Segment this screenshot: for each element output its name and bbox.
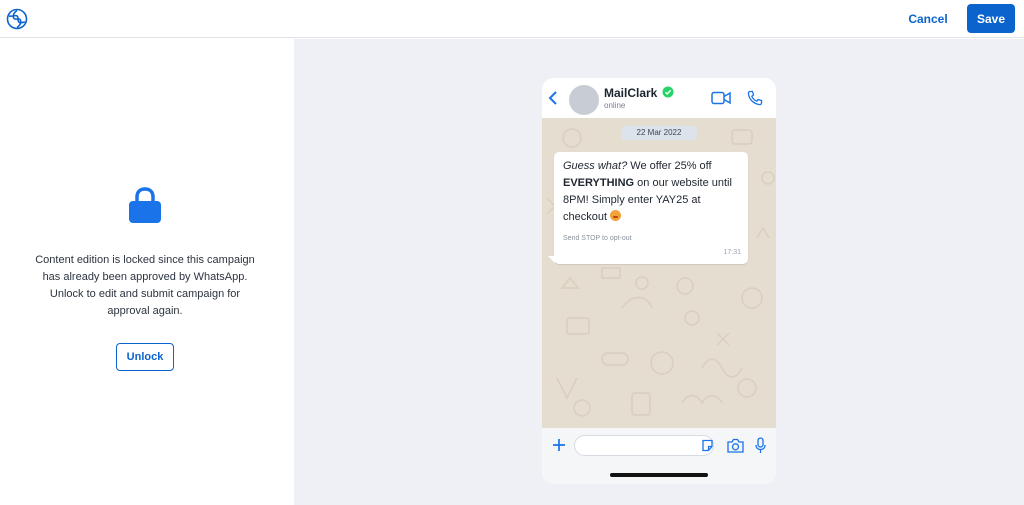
whatsapp-phone-preview: MailClark online 22 Mar 2022 Guess what?… [542,78,776,484]
back-arrow-icon[interactable] [546,90,560,106]
contact-name: MailClark [604,86,658,100]
video-call-icon[interactable] [711,91,731,105]
opt-out-footer: Send STOP to opt-out [563,235,632,242]
contact-status: online [604,101,626,110]
chat-header: MailClark online [542,78,776,118]
microphone-icon[interactable] [755,437,766,454]
message-italic: Guess what? [563,160,628,172]
cancel-button[interactable]: Cancel [898,8,958,30]
save-button[interactable]: Save [967,4,1015,33]
lock-icon [129,187,161,223]
verified-check-icon [662,86,674,98]
chat-area: 22 Mar 2022 Guess what? We offer 25% off… [542,118,776,428]
message-bubble: Guess what? We offer 25% off EVERYTHING … [554,152,748,264]
chat-input-bar [542,428,776,484]
sticker-icon[interactable] [701,439,714,452]
home-indicator [610,473,708,477]
phone-call-icon[interactable] [747,90,763,106]
heart-eyes-emoji-icon [610,210,622,221]
camera-icon[interactable] [727,438,744,453]
lock-message: Content edition is locked since this cam… [35,254,255,317]
avatar[interactable] [569,85,599,115]
unlock-button[interactable]: Unlock [116,343,174,371]
message-time: 17:31 [723,249,741,256]
top-bar: Cancel Save [0,0,1024,38]
spiral-logo-icon[interactable] [6,8,28,30]
plus-icon[interactable] [552,438,566,452]
date-separator: 22 Mar 2022 [621,126,697,140]
bubble-tail [548,256,555,263]
message-text: Guess what? We offer 25% off EVERYTHING … [563,158,743,226]
message-part-1: We offer 25% off [627,160,712,172]
message-input[interactable] [574,435,714,456]
message-bold: EVERYTHING [563,177,635,189]
